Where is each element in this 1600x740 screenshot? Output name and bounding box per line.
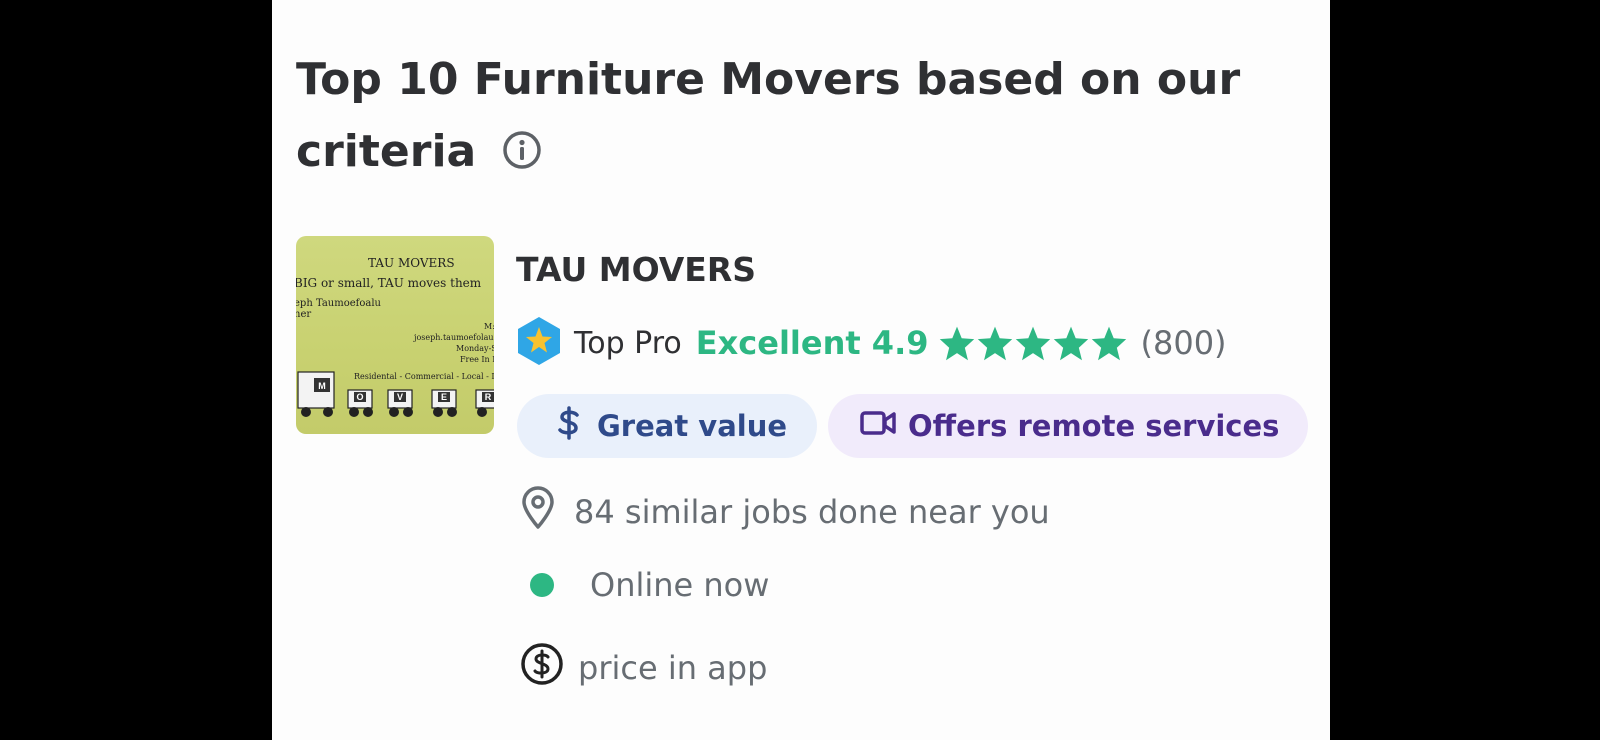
rating-text: Excellent 4.9: [695, 324, 929, 362]
location-pin-icon: [520, 486, 556, 538]
jobs-done-row: 84 similar jobs done near you: [520, 486, 1050, 538]
dollar-icon: [557, 405, 581, 447]
price-text: price in app: [578, 649, 768, 687]
results-panel: Top 10 Furniture Movers based on our cri…: [272, 0, 1330, 740]
price-row: price in app: [520, 642, 767, 694]
image-m: M:: [484, 322, 494, 331]
star-icon: [940, 326, 975, 361]
image-slogan: BIG or small, TAU moves them: [296, 276, 482, 290]
star-icon: [1092, 326, 1127, 361]
page-title: Top 10 Furniture Movers based on our cri…: [296, 44, 1296, 192]
online-dot-icon: [530, 573, 554, 597]
truck-letter: R: [485, 392, 492, 402]
online-status-row: Online now: [520, 566, 769, 604]
great-value-badge: Great value: [517, 394, 817, 458]
hexagon-star-icon: [516, 316, 562, 370]
dollar-circle-icon: [520, 642, 564, 694]
pro-name[interactable]: TAU MOVERS: [516, 250, 756, 289]
truck-letter: E: [441, 392, 447, 402]
page-title-line1: Top 10 Furniture Movers based on our: [296, 54, 1241, 105]
truck-letter: M: [318, 381, 326, 391]
truck-illustration: M O V E R: [297, 371, 494, 417]
remote-services-label: Offers remote services: [908, 409, 1280, 443]
pro-profile-image[interactable]: TAU MOVERS BIG or small, TAU moves them …: [296, 236, 494, 434]
page-title-line2: criteria: [296, 126, 477, 177]
info-circle-icon[interactable]: [502, 120, 542, 192]
online-status-text: Online now: [590, 566, 770, 604]
star-icon: [978, 326, 1013, 361]
image-free: Free In H: [460, 355, 494, 364]
video-camera-icon: [860, 409, 896, 443]
image-company: TAU MOVERS: [368, 256, 455, 270]
truck-letter: O: [356, 392, 363, 402]
image-email: joseph.taumoefolau: [414, 333, 494, 342]
image-owner-title: ner: [296, 309, 312, 320]
image-owner-name: eph Taumoefoalu: [296, 298, 381, 309]
remote-services-badge: Offers remote services: [828, 394, 1308, 458]
review-count[interactable]: (800): [1140, 324, 1226, 362]
jobs-done-text: 84 similar jobs done near you: [574, 493, 1050, 531]
star-icon: [1016, 326, 1051, 361]
rating-row: Top Pro Excellent 4.9 (800): [516, 316, 1227, 370]
star-icon: [1054, 326, 1089, 361]
truck-letter: V: [397, 392, 403, 402]
great-value-label: Great value: [597, 409, 788, 443]
image-hours: Monday-S: [456, 344, 494, 353]
star-rating: [938, 325, 1128, 361]
top-pro-label: Top Pro: [574, 325, 682, 361]
